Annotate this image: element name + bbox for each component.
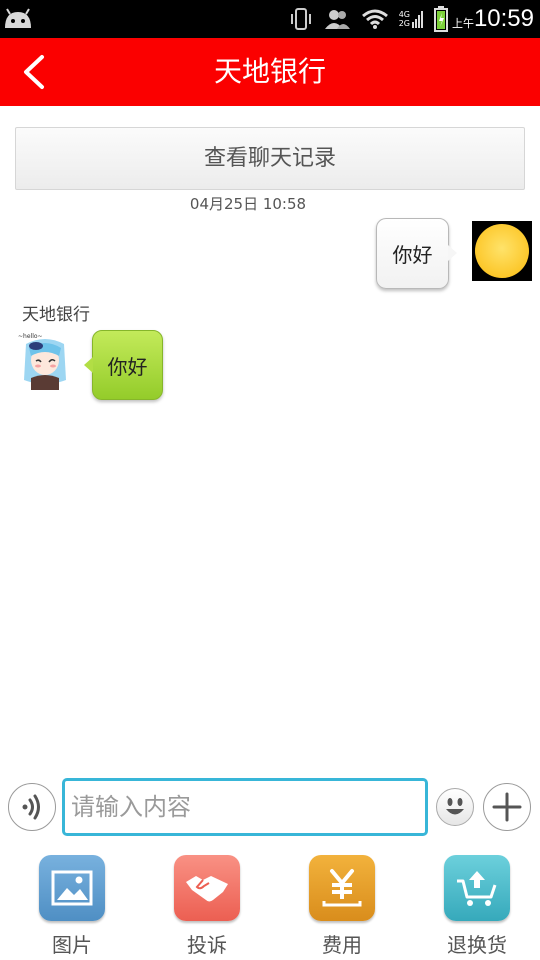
- svg-text:~hello~: ~hello~: [18, 333, 43, 340]
- incoming-message-text: 你好: [107, 354, 148, 379]
- tool-complaint-label: 投诉: [187, 933, 227, 957]
- cart-return-icon: [444, 855, 510, 921]
- handshake-icon: [174, 855, 240, 921]
- voice-input-button[interactable]: [8, 783, 56, 831]
- smiley-face-icon: [446, 798, 464, 815]
- outgoing-message-text: 你好: [392, 243, 433, 267]
- am-pm-label: 上午: [452, 17, 474, 30]
- picture-icon: [39, 855, 105, 921]
- message-input[interactable]: [62, 778, 428, 836]
- network-2g-label: 2G: [398, 19, 410, 28]
- tool-complaint[interactable]: 投诉: [167, 853, 247, 957]
- tool-picture[interactable]: 图片: [32, 853, 112, 957]
- tool-return-exchange[interactable]: 退换货: [437, 853, 517, 957]
- tool-picture-label: 图片: [52, 933, 92, 957]
- vibrate-icon: [290, 8, 311, 30]
- signal-indicator: 4G 2G: [399, 10, 424, 28]
- voice-wave-icon: [22, 794, 40, 820]
- bank-avatar[interactable]: ~hello~: [14, 330, 76, 394]
- page-title: 天地银行: [213, 55, 326, 88]
- clock: 10:59: [473, 5, 534, 32]
- sun-avatar-icon: [475, 224, 529, 278]
- tool-return-exchange-label: 退换货: [447, 933, 507, 957]
- message-timestamp: 04月25日 10:58: [189, 195, 307, 213]
- android-robot-icon: [5, 8, 31, 28]
- user-avatar[interactable]: [472, 221, 532, 281]
- signal-bars-icon: [412, 11, 423, 28]
- tool-fees[interactable]: 费用: [302, 853, 382, 957]
- app-header: 天地银行: [0, 38, 540, 106]
- network-4g-label: 4G: [398, 10, 410, 19]
- plus-icon: [492, 792, 522, 822]
- emoji-button[interactable]: [436, 788, 474, 826]
- tool-fees-label: 费用: [322, 933, 362, 957]
- wifi-icon: [361, 9, 388, 29]
- yuan-icon: [309, 855, 375, 921]
- contacts-icon: [324, 10, 350, 29]
- more-options-button[interactable]: [483, 783, 531, 831]
- sender-name: 天地银行: [22, 305, 90, 325]
- battery-icon: [434, 6, 448, 32]
- outgoing-message-bubble: 你好: [376, 218, 457, 289]
- incoming-message-bubble: 你好: [84, 330, 163, 400]
- view-chat-history-button[interactable]: 查看聊天记录: [15, 127, 525, 190]
- status-bar: 4G 2G 上午 10:59: [0, 0, 540, 38]
